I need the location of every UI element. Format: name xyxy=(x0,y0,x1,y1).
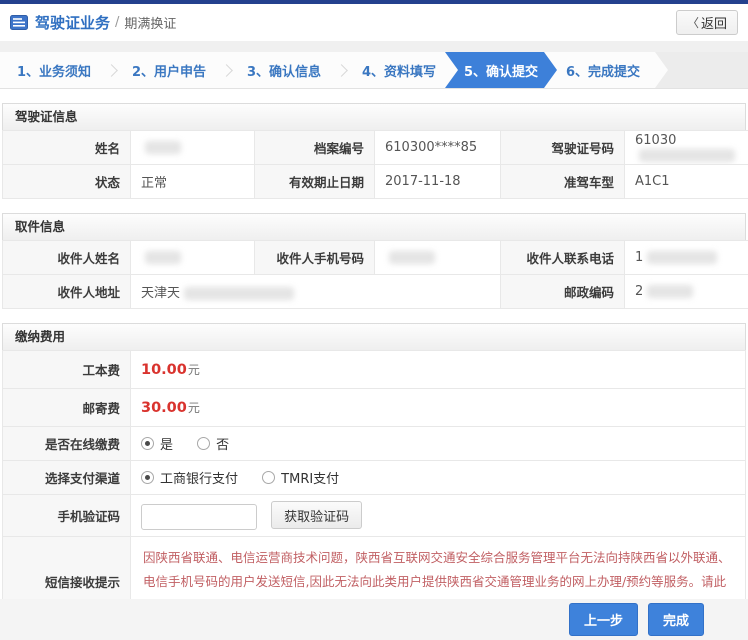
radio-selected-icon[interactable] xyxy=(141,436,154,450)
table-row: 姓名 档案编号 610300****85 驾驶证号码 61030 xyxy=(2,130,748,165)
step-4-tab[interactable]: 4、资料填写 xyxy=(349,52,449,88)
postage-fee-label: 邮寄费 xyxy=(2,388,131,427)
sms-code-field: 获取验证码 xyxy=(130,494,746,537)
breadcrumb-current: 期满换证 xyxy=(124,17,177,32)
postage-fee-amount: 30.00 xyxy=(141,400,187,416)
header-divider-strip xyxy=(0,41,748,52)
recipient-address-value: 天津天 xyxy=(130,274,501,309)
license-info-table: 姓名 档案编号 610300****85 驾驶证号码 61030 状态 正常 有… xyxy=(2,130,748,199)
recipient-name-value xyxy=(130,240,255,275)
redacted-value xyxy=(389,251,435,264)
status-value: 正常 xyxy=(130,164,255,199)
previous-step-button[interactable]: 上一步 xyxy=(568,603,638,636)
table-row: 工本费 10.00元 xyxy=(2,350,746,389)
document-list-icon xyxy=(10,15,28,30)
pickup-info-table: 收件人姓名 收件人手机号码 收件人联系电话 1 收件人地址 天津天 邮政编码 2 xyxy=(2,240,748,309)
footer-action-bar: 上一步 完成 xyxy=(0,599,748,640)
production-fee-value: 10.00元 xyxy=(130,350,746,389)
name-label: 姓名 xyxy=(2,130,131,165)
step-3-tab[interactable]: 3、确认信息 xyxy=(234,52,334,88)
redacted-value xyxy=(647,285,694,298)
radio-option-no[interactable]: 否 xyxy=(197,434,229,453)
recipient-mobile-label: 收件人手机号码 xyxy=(254,240,375,275)
production-fee-label: 工本费 xyxy=(2,350,131,389)
recipient-mobile-value xyxy=(374,240,501,275)
pickup-section-title: 取件信息 xyxy=(2,213,746,240)
redacted-value xyxy=(647,251,718,264)
table-row: 收件人地址 天津天 邮政编码 2 xyxy=(2,274,748,309)
fee-unit: 元 xyxy=(187,401,200,415)
get-code-button[interactable]: 获取验证码 xyxy=(271,501,363,529)
breadcrumb-separator: / xyxy=(115,15,120,30)
step-5-tab-active[interactable]: 5、确认提交 xyxy=(445,52,557,88)
step-6-tab[interactable]: 6、完成提交 xyxy=(553,52,653,88)
payment-section: 缴纳费用 工本费 10.00元 邮寄费 30.00元 是否在线缴费 是 否 选择… xyxy=(2,323,746,628)
status-label: 状态 xyxy=(2,164,131,199)
pickup-info-section: 取件信息 收件人姓名 收件人手机号码 收件人联系电话 1 收件人地址 天津天 邮… xyxy=(2,213,748,309)
table-row: 是否在线缴费 是 否 xyxy=(2,426,746,461)
table-row: 收件人姓名 收件人手机号码 收件人联系电话 1 xyxy=(2,240,748,275)
license-info-section: 驾驶证信息 姓名 档案编号 610300****85 驾驶证号码 61030 状… xyxy=(2,103,748,199)
redacted-value xyxy=(145,251,181,264)
radio-unselected-icon[interactable] xyxy=(262,470,276,484)
step-separator-icon xyxy=(105,63,118,77)
postage-fee-value: 30.00元 xyxy=(130,388,746,427)
online-pay-label: 是否在线缴费 xyxy=(2,426,131,461)
table-row: 邮寄费 30.00元 xyxy=(2,388,746,427)
radio-label: TMRI支付 xyxy=(281,471,340,487)
radio-option-yes[interactable]: 是 xyxy=(141,434,173,453)
step-2-tab[interactable]: 2、用户申告 xyxy=(119,52,219,88)
recipient-name-label: 收件人姓名 xyxy=(2,240,131,275)
steps-filler-arrow xyxy=(655,52,748,88)
pay-channel-options: 工商银行支付 TMRI支付 xyxy=(130,460,746,495)
file-number-value: 610300****85 xyxy=(374,130,501,165)
step-separator-icon xyxy=(335,63,348,77)
file-number-label: 档案编号 xyxy=(254,130,375,165)
table-row: 选择支付渠道 工商银行支付 TMRI支付 xyxy=(2,460,746,495)
expiry-date-label: 有效期止日期 xyxy=(254,164,375,199)
radio-selected-icon[interactable] xyxy=(141,470,154,484)
postal-code-value: 2 xyxy=(624,274,748,309)
back-button-label: 返回 xyxy=(700,17,727,32)
page-title: 驾驶证业务 xyxy=(35,14,111,32)
radio-unselected-icon[interactable] xyxy=(197,436,211,450)
license-section-title: 驾驶证信息 xyxy=(2,103,746,130)
redacted-value xyxy=(184,287,295,300)
fee-unit: 元 xyxy=(187,363,200,377)
sms-code-label: 手机验证码 xyxy=(2,494,131,537)
online-pay-options: 是 否 xyxy=(130,426,746,461)
redacted-value xyxy=(639,148,735,162)
table-row: 状态 正常 有效期止日期 2017-11-18 准驾车型 A1C1 xyxy=(2,164,748,199)
finish-button[interactable]: 完成 xyxy=(647,603,704,636)
radio-label: 否 xyxy=(216,437,230,453)
payment-section-title: 缴纳费用 xyxy=(2,323,746,350)
radio-label: 是 xyxy=(160,437,174,453)
recipient-address-label: 收件人地址 xyxy=(2,274,131,309)
recipient-phone-label: 收件人联系电话 xyxy=(500,240,625,275)
payment-table: 工本费 10.00元 邮寄费 30.00元 是否在线缴费 是 否 选择支付渠道 … xyxy=(2,350,746,628)
step-1-tab[interactable]: 1、业务须知 xyxy=(4,52,104,88)
step-separator-icon xyxy=(220,63,233,77)
vehicle-class-label: 准驾车型 xyxy=(500,164,625,199)
postal-code-label: 邮政编码 xyxy=(500,274,625,309)
radio-label: 工商银行支付 xyxy=(160,471,239,487)
step-progress-bar: 1、业务须知 2、用户申告 3、确认信息 4、资料填写 5、确认提交 6、完成提… xyxy=(0,52,748,89)
vehicle-class-value: A1C1 xyxy=(624,164,748,199)
production-fee-amount: 10.00 xyxy=(141,362,187,378)
expiry-date-value: 2017-11-18 xyxy=(374,164,501,199)
page-header: 驾驶证业务 / 期满换证 〈 返回 xyxy=(0,4,748,41)
sms-code-input[interactable] xyxy=(141,504,257,530)
recipient-phone-value: 1 xyxy=(624,240,748,275)
radio-option-tmri[interactable]: TMRI支付 xyxy=(262,468,339,487)
license-number-value: 61030 xyxy=(624,130,748,165)
radio-option-icbc[interactable]: 工商银行支付 xyxy=(141,468,238,487)
back-button[interactable]: 〈 返回 xyxy=(675,10,738,35)
name-value xyxy=(130,130,255,165)
back-chevron-icon: 〈 xyxy=(686,16,699,30)
table-row: 手机验证码 获取验证码 xyxy=(2,494,746,537)
license-number-label: 驾驶证号码 xyxy=(500,130,625,165)
pay-channel-label: 选择支付渠道 xyxy=(2,460,131,495)
redacted-value xyxy=(145,141,181,154)
